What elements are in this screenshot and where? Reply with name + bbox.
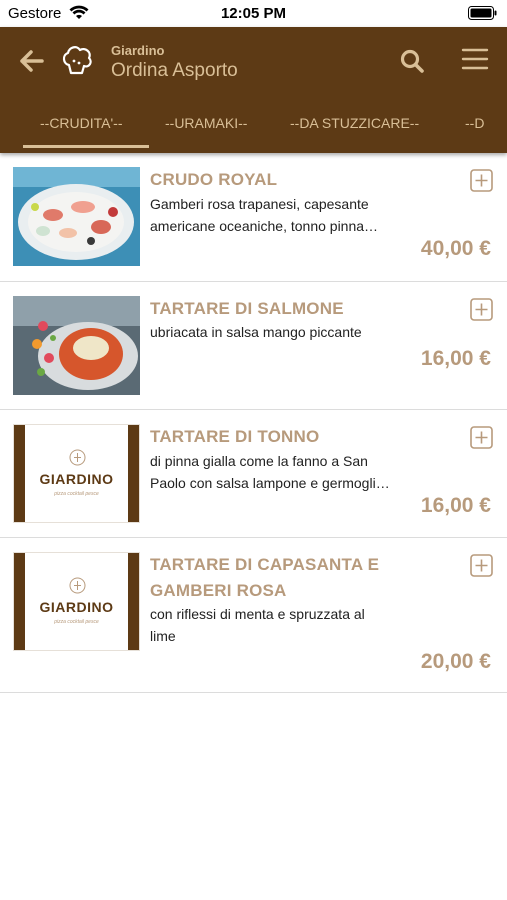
tab-da-stuzzicare[interactable]: --DA STUZZICARE-- [290,115,419,131]
item-description-line: Gamberi rosa trapanesi, capesante [150,196,369,212]
add-plus-icon[interactable] [470,554,493,577]
item-description-line: Paolo con salsa lampone e germogli… [150,475,390,491]
tab-crudita[interactable]: --CRUDITA'-- [40,115,123,131]
tab-uramaki[interactable]: --URAMAKI-- [165,115,247,131]
page-title: Ordina Asporto [111,60,238,81]
menu-list: CRUDO ROYAL Gamberi rosa trapanesi, cape… [0,153,507,693]
item-price: 40,00 € [420,237,491,260]
search-icon[interactable] [398,47,426,75]
list-item[interactable]: TARTARE DI SALMONE ubriacata in salsa ma… [0,282,507,410]
item-description-line: lime [150,628,176,644]
add-plus-icon[interactable] [470,169,493,192]
logo-tagline: pizza cocktail pesce [54,619,99,625]
item-name-line2: GAMBERI ROSA [150,581,287,600]
item-description-line: americane oceaniche, tonno pinna… [150,218,379,234]
item-name: TARTARE DI TONNO [150,427,320,446]
add-plus-icon[interactable] [470,426,493,449]
item-price: 20,00 € [420,650,491,673]
item-name: TARTARE DI CAPASANTA E [150,555,380,574]
item-description-line: di pinna gialla come la fanno a San [150,453,368,469]
item-photo [13,296,140,395]
giardino-emblem-icon [69,449,86,466]
chef-hat-icon [62,46,92,75]
selected-tab-indicator [23,145,149,148]
item-name: CRUDO ROYAL [150,170,278,189]
app-header: Giardino Ordina Asporto --CRUDITA'-- --U… [0,27,507,153]
giardino-emblem-icon [69,577,86,594]
status-bar: Gestore 12:05 PM [0,0,507,27]
list-item[interactable]: GIARDINO pizza cocktail pesce TARTARE DI… [0,538,507,693]
logo-wordmark: GIARDINO [39,471,114,487]
list-item[interactable]: GIARDINO pizza cocktail pesce TARTARE DI… [0,410,507,538]
logo-wordmark: GIARDINO [39,599,114,615]
item-name: TARTARE DI SALMONE [150,299,344,318]
item-price: 16,00 € [420,494,491,517]
clock: 12:05 PM [220,5,287,22]
logo-tagline: pizza cocktail pesce [54,491,99,497]
item-photo-placeholder: GIARDINO pizza cocktail pesce [13,552,140,651]
hamburger-menu-icon[interactable] [461,47,489,71]
tab-next[interactable]: --D [465,115,484,131]
item-description-line: ubriacata in salsa mango piccante [150,324,362,340]
item-price: 16,00 € [420,347,491,370]
back-arrow-icon[interactable] [18,47,46,75]
restaurant-name: Giardino [111,43,165,58]
item-photo [13,167,140,266]
list-item[interactable]: CRUDO ROYAL Gamberi rosa trapanesi, cape… [0,153,507,282]
battery-icon [468,6,497,20]
item-photo-placeholder: GIARDINO pizza cocktail pesce [13,424,140,523]
add-plus-icon[interactable] [470,298,493,321]
item-description-line: con riflessi di menta e spruzzata al [150,606,365,622]
